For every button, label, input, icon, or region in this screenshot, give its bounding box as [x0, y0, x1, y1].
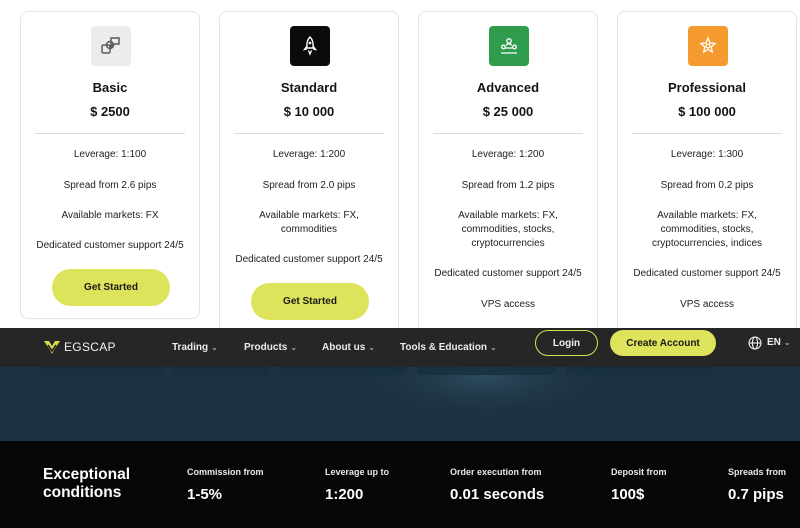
- pricing-section: Basic $ 2500 Leverage: 1:100 Spread from…: [0, 0, 800, 341]
- get-started-button-basic[interactable]: Get Started: [52, 269, 170, 306]
- plan-price: $ 100 000: [678, 104, 736, 119]
- stat-value: 0.01 seconds: [450, 486, 545, 503]
- stat-value: 100$: [611, 486, 645, 503]
- plan-card-basic: Basic $ 2500 Leverage: 1:100 Spread from…: [20, 11, 200, 319]
- plan-price: $ 2500: [90, 104, 130, 119]
- plan-feature-leverage: Leverage: 1:100: [73, 149, 147, 160]
- plan-feature-spread: Spread from 2.0 pips: [262, 180, 356, 191]
- nav-item-trading[interactable]: Trading ⌄: [172, 328, 218, 367]
- stat-label: Commission from: [187, 467, 264, 477]
- stat-value: 0.7 pips: [728, 486, 784, 503]
- plan-feature-spread: Spread from 0.2 pips: [660, 180, 754, 191]
- login-button[interactable]: Login: [535, 330, 598, 356]
- star-badge-icon: [688, 26, 728, 66]
- plan-price: $ 25 000: [482, 104, 534, 119]
- plan-feature-spread: Spread from 2.6 pips: [63, 180, 157, 191]
- nav-item-about-us[interactable]: About us ⌄: [322, 328, 375, 367]
- stat-value: 1-5%: [187, 486, 223, 503]
- chevron-down-icon: ⌄: [211, 343, 218, 352]
- plan-feature-spread: Spread from 1.2 pips: [461, 180, 555, 191]
- stat-label: Leverage up to: [325, 467, 390, 477]
- logo[interactable]: EGSCAP: [43, 334, 116, 360]
- hero-ghost-tab: [417, 367, 556, 375]
- plan-card-professional: Professional $ 100 000 Leverage: 1:300 S…: [617, 11, 797, 341]
- plan-name: Basic: [92, 80, 128, 95]
- hero-background: [0, 367, 800, 441]
- chevron-down-icon: ⌄: [368, 343, 376, 352]
- logo-text: EGSCAP: [64, 340, 116, 354]
- plan-card-standard: Standard $ 10 000 Leverage: 1:200 Spread…: [219, 11, 399, 341]
- nav-item-label: Trading: [172, 342, 209, 353]
- plan-name: Advanced: [476, 80, 540, 95]
- shapes-icon: [91, 26, 131, 66]
- nav-item-label: Products: [244, 342, 288, 353]
- stat-value: 1:200: [325, 486, 364, 503]
- globe-icon: [748, 335, 762, 350]
- nav-item-label: About us: [322, 342, 366, 353]
- get-started-button-standard[interactable]: Get Started: [251, 283, 369, 320]
- hero-ghost-tab: [280, 367, 408, 375]
- plan-feature-leverage: Leverage: 1:200: [471, 149, 545, 160]
- plan-feature-leverage: Leverage: 1:300: [670, 149, 744, 160]
- plan-card-advanced: Advanced $ 25 000 Leverage: 1:200 Spread…: [418, 11, 598, 341]
- plan-feature-support: Dedicated customer support 24/5: [235, 254, 383, 265]
- plan-feature-vps: VPS access: [481, 299, 535, 310]
- stat-label: Order execution from: [450, 467, 542, 477]
- conditions-title: Exceptional conditions: [43, 466, 130, 501]
- plan-feature-markets: Available markets: FX: [61, 210, 159, 221]
- divider: [632, 133, 782, 134]
- team-icon: [489, 26, 529, 66]
- rocket-icon: [290, 26, 330, 66]
- plan-price: $ 10 000: [283, 104, 335, 119]
- plan-feature-vps: VPS access: [680, 299, 734, 310]
- plan-feature-support: Dedicated customer support 24/5: [434, 268, 582, 279]
- divider: [234, 133, 384, 134]
- chevron-down-icon: ⌄: [783, 338, 791, 347]
- plan-name: Standard: [280, 80, 338, 95]
- chevron-down-icon: ⌄: [290, 343, 298, 352]
- hero-ghost-tab: [40, 367, 164, 375]
- nav-item-label: Tools & Education: [400, 342, 488, 353]
- hero-ghost-tab: [566, 367, 712, 375]
- stat-label: Spreads from: [728, 467, 787, 477]
- plan-feature-markets: Available markets: FX, commodities, stoc…: [458, 210, 558, 249]
- logo-mark-icon: [44, 341, 60, 354]
- language-selector[interactable]: EN ⌄: [748, 334, 791, 351]
- plan-feature-support: Dedicated customer support 24/5: [633, 268, 781, 279]
- plan-feature-support: Dedicated customer support 24/5: [36, 240, 184, 251]
- nav-item-products[interactable]: Products ⌄: [244, 328, 297, 367]
- divider: [433, 133, 583, 134]
- stat-label: Deposit from: [611, 467, 667, 477]
- nav-item-tools-education[interactable]: Tools & Education ⌄: [400, 328, 497, 367]
- plan-feature-markets: Available markets: FX, commodities, stoc…: [651, 210, 763, 249]
- language-label: EN: [767, 337, 781, 348]
- chevron-down-icon: ⌄: [490, 343, 497, 352]
- create-account-button[interactable]: Create Account: [610, 330, 716, 356]
- plan-feature-markets: Available markets: FX, commodities: [259, 210, 359, 235]
- divider: [35, 133, 185, 134]
- plan-feature-leverage: Leverage: 1:200: [272, 149, 346, 160]
- hero-ghost-tab: [172, 367, 270, 375]
- plan-name: Professional: [667, 80, 747, 95]
